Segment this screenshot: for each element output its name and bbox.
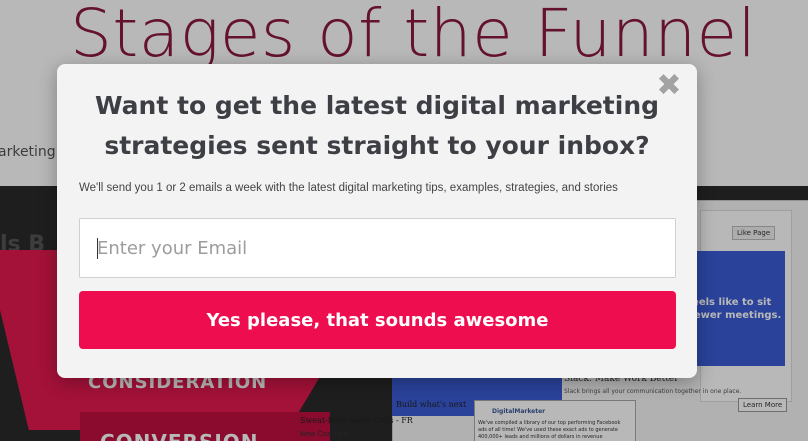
modal-heading: Want to get the latest digital marketing… xyxy=(94,91,660,160)
submit-button[interactable]: Yes please, that sounds awesome xyxy=(79,291,676,349)
email-field[interactable] xyxy=(79,218,676,278)
newsletter-modal: ✖ Want to get the latest digital marketi… xyxy=(57,64,697,378)
modal-subtext: We'll send you 1 or 2 emails a week with… xyxy=(79,182,618,194)
text-cursor xyxy=(97,238,98,259)
